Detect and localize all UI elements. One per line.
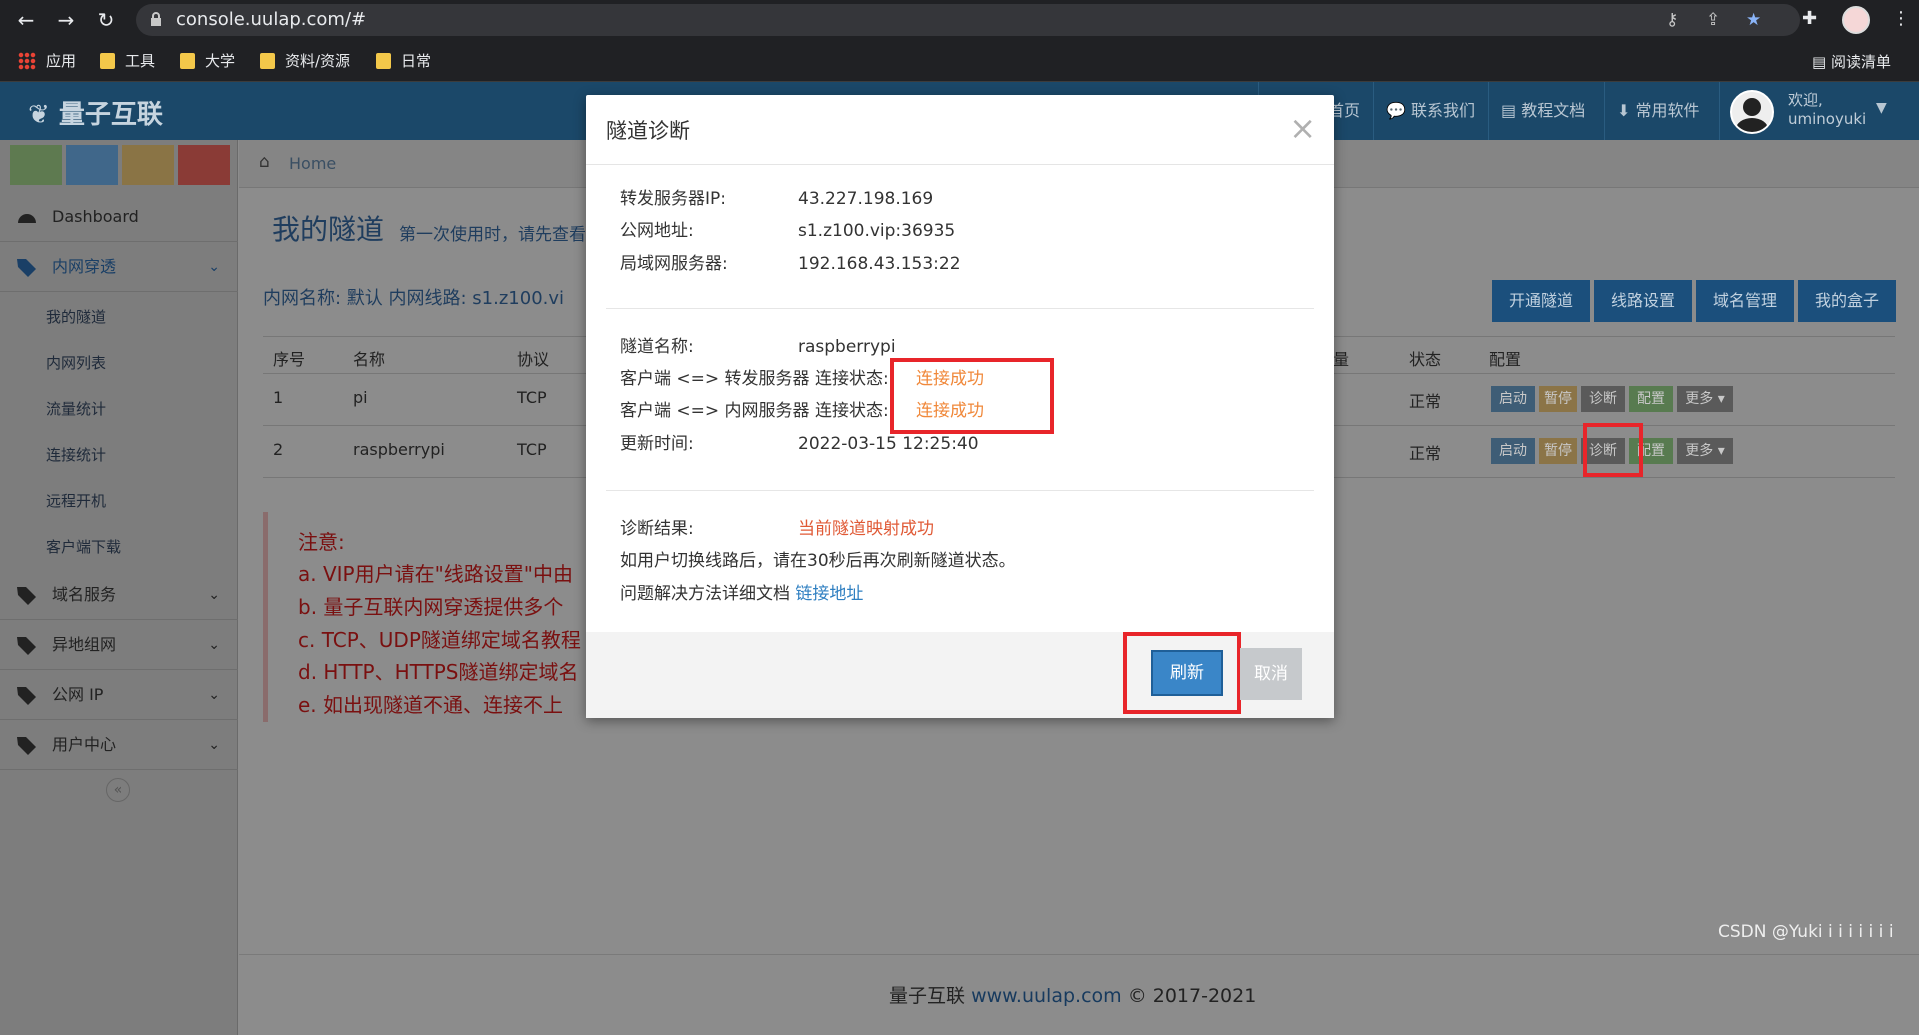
- chat-icon: 💬: [1386, 101, 1406, 120]
- sidebar-subitem-remote-boot[interactable]: 远程开机: [0, 478, 238, 524]
- chevron-down-icon: ⌄: [208, 587, 220, 603]
- sidebar-item-public-ip[interactable]: 公网 IP ⌄: [0, 670, 238, 720]
- settings-tool-button[interactable]: [178, 145, 230, 185]
- config-button[interactable]: 配置: [1629, 386, 1673, 412]
- line-settings-button[interactable]: 线路设置: [1594, 280, 1693, 322]
- edit-tool-button[interactable]: [66, 145, 118, 185]
- bookmark-star-icon[interactable]: ★: [1746, 10, 1761, 30]
- bookmark-daily[interactable]: 日常: [376, 51, 431, 71]
- tag-icon: [17, 259, 36, 277]
- start-button[interactable]: 启动: [1491, 438, 1535, 464]
- book-icon: ▤: [1501, 101, 1517, 120]
- reload-icon[interactable]: ↻: [92, 6, 120, 34]
- sidebar-subitem-traffic-stats[interactable]: 流量统计: [0, 386, 238, 432]
- back-icon[interactable]: ←: [12, 6, 40, 34]
- tunnel-diagnosis-modal: 隧道诊断 × 转发服务器IP: 43.227.198.169 公网地址: s1.…: [586, 95, 1334, 718]
- page-title: 我的隧道: [272, 213, 385, 246]
- sidebar-item-intranet[interactable]: 内网穿透 ⌄: [0, 242, 238, 292]
- sidebar-item-vpn[interactable]: 异地组网 ⌄: [0, 620, 238, 670]
- nav-contact[interactable]: 💬 联系我们: [1373, 82, 1487, 140]
- refresh-tip: 如用户切换线路后，请在30秒后再次刷新隧道状态。: [620, 551, 1016, 571]
- users-tool-button[interactable]: [122, 145, 174, 185]
- user-avatar[interactable]: [1730, 90, 1774, 134]
- address-bar[interactable]: console.uulap.com/# ⚷ ⇪ ★: [136, 4, 1800, 36]
- folder-icon: [180, 53, 195, 69]
- refresh-button[interactable]: 刷新: [1151, 650, 1223, 696]
- nav-software[interactable]: ⬇ 常用软件: [1604, 82, 1712, 140]
- home-icon[interactable]: ⌂: [259, 152, 270, 172]
- sidebar-item-user-center[interactable]: 用户中心 ⌄: [0, 720, 238, 770]
- extensions-icon[interactable]: ✚: [1802, 8, 1817, 29]
- my-box-button[interactable]: 我的盒子: [1798, 280, 1897, 322]
- more-dropdown[interactable]: 更多 ▾: [1677, 438, 1733, 464]
- breadcrumb-home[interactable]: Home: [289, 154, 336, 173]
- diagnose-highlight-box: [1583, 423, 1643, 477]
- share-icon[interactable]: ⇪: [1706, 10, 1720, 30]
- sidebar: Dashboard 内网穿透 ⌄ 我的隧道 内网列表 流量统计 连接统计 远程开…: [0, 140, 238, 1035]
- sidebar-subitem-connection-stats[interactable]: 连接统计: [0, 432, 238, 478]
- folder-icon: [100, 53, 115, 69]
- download-icon: ⬇: [1617, 101, 1631, 120]
- divider: [606, 490, 1314, 491]
- sidebar-item-dashboard[interactable]: Dashboard: [0, 192, 238, 242]
- folder-icon: [376, 53, 391, 69]
- footer-site-link[interactable]: www.uulap.com: [971, 985, 1122, 1007]
- sidebar-subitem-my-tunnels[interactable]: 我的隧道: [0, 294, 238, 340]
- divider: [606, 308, 1314, 309]
- footer: 量子互联 www.uulap.com © 2017-2021: [239, 954, 1919, 1035]
- sidebar-subitem-intranet-list[interactable]: 内网列表: [0, 340, 238, 386]
- profile-avatar[interactable]: [1842, 6, 1870, 34]
- diagnosis-result: 当前隧道映射成功: [798, 519, 934, 539]
- close-icon[interactable]: ×: [1289, 109, 1316, 147]
- reading-list[interactable]: ▤ 阅读清单: [1812, 51, 1891, 72]
- diagnose-button[interactable]: 诊断: [1581, 386, 1625, 412]
- brand-logo[interactable]: ❦ 量子互联: [28, 94, 163, 131]
- pause-button[interactable]: 暂停: [1539, 438, 1577, 464]
- bookmark-university[interactable]: 大学: [180, 51, 235, 71]
- open-tunnel-button[interactable]: 开通隧道: [1492, 280, 1591, 322]
- chevron-down-icon: ⌄: [208, 259, 220, 275]
- doc-line: 问题解决方法详细文档 链接地址: [620, 584, 864, 604]
- footer-text: 量子互联 www.uulap.com © 2017-2021: [889, 985, 1257, 1007]
- modal-header: 隧道诊断 ×: [586, 95, 1334, 165]
- page-subtitle: 第一次使用时，请先查看: [399, 225, 586, 245]
- start-button[interactable]: 启动: [1491, 386, 1535, 412]
- welcome-text[interactable]: 欢迎, uminoyuki: [1788, 91, 1866, 129]
- folder-icon: [260, 53, 275, 69]
- caret-down-icon[interactable]: ▼: [1876, 100, 1887, 116]
- modal-title: 隧道诊断: [606, 119, 690, 143]
- tag-icon: [17, 587, 36, 605]
- bookmark-resources[interactable]: 资料/资源: [260, 51, 350, 71]
- dashboard-icon: [18, 214, 36, 223]
- chevron-down-icon: ⌄: [208, 737, 220, 753]
- url-text: console.uulap.com/#: [176, 9, 367, 30]
- apps-grid-icon: [18, 52, 36, 70]
- collapse-sidebar-icon[interactable]: «: [106, 778, 130, 802]
- doc-link[interactable]: 链接地址: [795, 584, 863, 604]
- key-icon[interactable]: ⚷: [1666, 10, 1678, 30]
- nav-docs[interactable]: ▤ 教程文档: [1488, 82, 1597, 140]
- chevron-down-icon: ⌄: [208, 687, 220, 703]
- forward-icon[interactable]: →: [52, 6, 80, 34]
- bookmarks-bar: 应用 工具 大学 资料/资源 日常 ▤ 阅读清单: [0, 40, 1919, 82]
- bookmark-tools[interactable]: 工具: [100, 51, 155, 71]
- lock-icon: [151, 12, 161, 26]
- sidebar-item-domain[interactable]: 域名服务 ⌄: [0, 570, 238, 620]
- more-dropdown[interactable]: 更多 ▾: [1677, 386, 1733, 412]
- pause-button[interactable]: 暂停: [1539, 386, 1577, 412]
- bookmark-apps[interactable]: 应用: [18, 51, 76, 71]
- watermark: CSDN @Yuki i i i i i i i: [1718, 922, 1894, 942]
- cancel-button[interactable]: 取消: [1240, 648, 1302, 700]
- tag-icon: [17, 637, 36, 655]
- sidebar-subitem-client-download[interactable]: 客户端下载: [0, 524, 238, 570]
- intranet-info: 内网名称: 默认 内网线路: s1.z100.vi: [263, 288, 565, 309]
- tag-icon: [17, 687, 36, 705]
- browser-toolbar: ← → ↻ console.uulap.com/# ⚷ ⇪ ★ ✚ ⋮: [0, 0, 1919, 40]
- stats-tool-button[interactable]: [10, 145, 62, 185]
- chevron-down-icon: ⌄: [208, 637, 220, 653]
- domain-manage-button[interactable]: 域名管理: [1696, 280, 1795, 322]
- tag-icon: [17, 737, 36, 755]
- menu-icon[interactable]: ⋮: [1892, 8, 1910, 29]
- status-highlight-box: [890, 358, 1054, 434]
